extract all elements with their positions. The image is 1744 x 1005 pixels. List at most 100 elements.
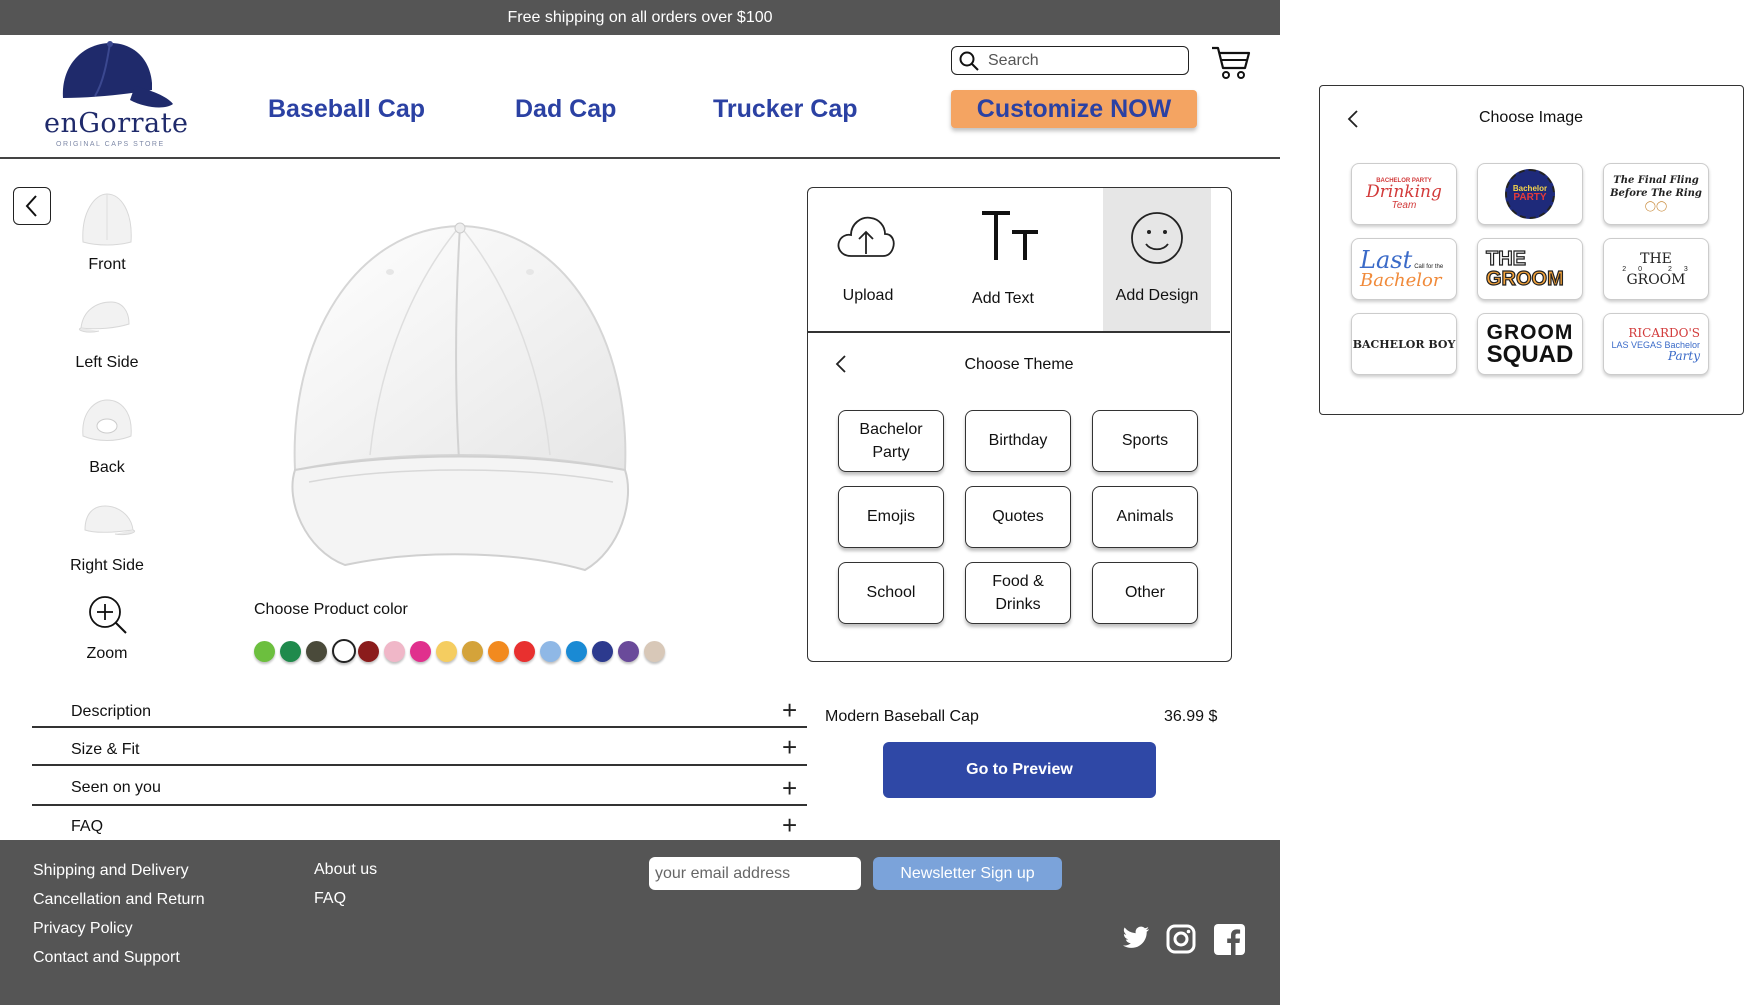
design-bachelor-party-comic[interactable]: Bachelor PARTY (1477, 163, 1583, 225)
accordion-description[interactable]: Description (71, 703, 151, 721)
theme-quotes[interactable]: Quotes (965, 486, 1071, 548)
design-groom-squad[interactable]: GROOM SQUAD (1477, 313, 1583, 375)
design-text: SQUAD (1486, 340, 1574, 368)
design-ricardos-las-vegas[interactable]: RICARDO'S LAS VEGAS Bachelor Party (1603, 313, 1709, 375)
plus-icon[interactable]: + (782, 734, 797, 760)
design-last-call[interactable]: Last Call for the Bachelor (1351, 238, 1457, 300)
cart-icon[interactable] (1210, 44, 1252, 80)
color-swatch[interactable] (436, 641, 457, 662)
color-swatch[interactable] (462, 641, 483, 662)
plus-icon[interactable]: + (782, 697, 797, 723)
design-text: Party (1667, 348, 1700, 363)
view-label-right-side[interactable]: Right Side (42, 557, 172, 575)
design-the-groom-glasses[interactable]: THE GROOM (1477, 238, 1583, 300)
color-swatch[interactable] (644, 641, 665, 662)
brand-name: enGorrate (44, 108, 189, 139)
color-swatch[interactable] (540, 641, 561, 662)
left-side-view-thumbnail[interactable] (77, 298, 137, 338)
color-swatch[interactable] (566, 641, 587, 662)
right-side-view-thumbnail[interactable] (77, 502, 137, 540)
theme-label: Animals (1116, 508, 1174, 526)
email-field[interactable]: your email address (649, 857, 861, 890)
color-swatch[interactable] (410, 641, 431, 662)
theme-emojis[interactable]: Emojis (838, 486, 944, 548)
product-price: 36.99 $ (1164, 708, 1218, 725)
nav-baseball-cap[interactable]: Baseball Cap (268, 95, 425, 124)
theme-school[interactable]: School (838, 562, 944, 624)
front-view-thumbnail[interactable] (77, 190, 137, 248)
product-image (291, 222, 629, 572)
add-text-tool[interactable]: Add Text (928, 188, 1078, 332)
upload-tool[interactable]: Upload (808, 188, 928, 332)
footer-link-shipping[interactable]: Shipping and Delivery (33, 862, 189, 880)
color-swatch[interactable] (592, 641, 613, 662)
color-swatch[interactable] (280, 641, 301, 662)
search-input[interactable]: Search (988, 52, 1039, 70)
theme-other[interactable]: Other (1092, 562, 1198, 624)
instagram-icon[interactable] (1166, 924, 1196, 954)
theme-label: Quotes (992, 508, 1044, 526)
text-tool-icon (982, 211, 1038, 260)
color-chooser-title: Choose Product color (254, 601, 408, 618)
theme-sports[interactable]: Sports (1092, 410, 1198, 472)
footer-link-faq[interactable]: FAQ (314, 890, 346, 908)
theme-food-drinks[interactable]: Food & Drinks (965, 562, 1071, 624)
plus-icon[interactable]: + (782, 775, 797, 801)
design-text: GROOM (1486, 320, 1574, 344)
facebook-icon[interactable] (1214, 924, 1245, 955)
newsletter-signup-button[interactable]: Newsletter Sign up (873, 857, 1062, 890)
zoom-icon[interactable] (87, 594, 129, 636)
customize-now-button[interactable]: Customize NOW (951, 90, 1197, 128)
color-swatch[interactable] (254, 641, 275, 662)
design-text: BACHELOR BOY (1352, 337, 1456, 351)
view-label-back[interactable]: Back (42, 459, 172, 477)
shipping-banner: Free shipping on all orders over $100 (0, 0, 1280, 35)
design-bachelor-boy[interactable]: BACHELOR BOY (1351, 313, 1457, 375)
add-design-tool[interactable]: Add Design (1103, 188, 1211, 331)
design-text: Before The Ring (1610, 188, 1702, 199)
footer-link-privacy[interactable]: Privacy Policy (33, 920, 133, 938)
theme-animals[interactable]: Animals (1092, 486, 1198, 548)
view-label-front[interactable]: Front (42, 256, 172, 274)
theme-label: Other (1124, 584, 1165, 602)
accordion-faq[interactable]: FAQ (71, 818, 103, 836)
footer-link-cancellation[interactable]: Cancellation and Return (33, 891, 205, 909)
color-swatch[interactable] (488, 641, 509, 662)
design-text: RICARDO'S (1628, 325, 1700, 340)
brand-tagline: ORIGINAL CAPS STORE (56, 141, 165, 148)
theme-label: Sports (1121, 432, 1169, 450)
design-text: GROOM (1626, 271, 1686, 288)
back-view-thumbnail[interactable] (77, 396, 137, 446)
accordion-size-fit[interactable]: Size & Fit (71, 741, 139, 759)
footer-link-contact[interactable]: Contact and Support (33, 949, 180, 967)
design-text: PARTY (1513, 192, 1547, 203)
go-to-preview-button[interactable]: Go to Preview (883, 742, 1156, 798)
back-button[interactable] (13, 187, 51, 225)
color-swatch[interactable] (618, 641, 639, 662)
twitter-icon[interactable] (1122, 926, 1150, 950)
accordion-divider (32, 804, 807, 806)
design-the-groom-2023[interactable]: THE 20 23 GROOM (1603, 238, 1709, 300)
color-swatch[interactable] (384, 641, 405, 662)
color-swatch[interactable] (358, 641, 379, 662)
nav-trucker-cap[interactable]: Trucker Cap (713, 95, 858, 124)
view-label-left-side[interactable]: Left Side (42, 354, 172, 372)
color-swatch[interactable] (514, 641, 535, 662)
theme-label: Emojis (866, 508, 915, 526)
choose-image-panel: Choose Image BACHELOR PARTY Drinking Tea… (1319, 85, 1744, 415)
zoom-label[interactable]: Zoom (42, 645, 172, 663)
accordion-divider (32, 726, 807, 728)
theme-birthday[interactable]: Birthday (965, 410, 1071, 472)
footer-link-about[interactable]: About us (314, 861, 377, 879)
design-drinking-team[interactable]: BACHELOR PARTY Drinking Team (1351, 163, 1457, 225)
search-box[interactable]: Search (951, 46, 1189, 75)
design-final-fling[interactable]: The Final Fling Before The Ring ◯◯ (1603, 163, 1709, 225)
accordion-seen-on-you[interactable]: Seen on you (71, 779, 161, 797)
cap-logo-icon (62, 41, 173, 108)
theme-bachelor-party[interactable]: Bachelor Party (838, 410, 944, 472)
nav-dad-cap[interactable]: Dad Cap (515, 95, 616, 124)
color-swatch[interactable] (306, 641, 327, 662)
plus-icon[interactable]: + (782, 812, 797, 838)
color-swatch[interactable] (332, 639, 356, 663)
footer: Shipping and Delivery Cancellation and R… (0, 840, 1280, 1005)
